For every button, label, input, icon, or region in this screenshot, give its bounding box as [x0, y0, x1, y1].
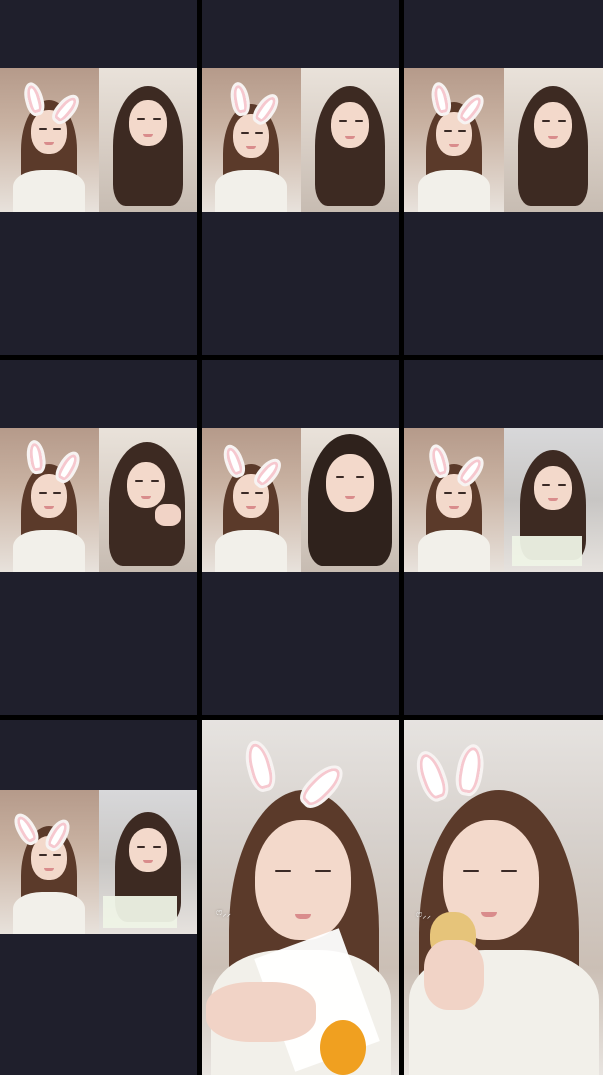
bunny-ear-icon: [240, 737, 279, 795]
person: [508, 82, 598, 212]
fullscreen-camera: ෆ̈⸝⸝: [404, 720, 603, 1075]
person-with-bunny-ears: [408, 742, 599, 1075]
cat-sticker: ෆ̈⸝⸝: [416, 910, 432, 920]
hand: [424, 940, 484, 1010]
right-camera-pane: [300, 428, 399, 572]
bunny-ear-icon: [410, 747, 453, 805]
left-camera-pane: [0, 428, 99, 572]
bunny-ear-icon: [21, 80, 48, 118]
person-with-bunny-ears: [414, 80, 494, 212]
right-camera-pane: [503, 68, 603, 212]
video-grid: ෆ̈⸝⸝ ෆ̈⸝⸝: [0, 0, 603, 1075]
bunny-ear-icon: [452, 742, 487, 798]
video-tile-2[interactable]: [202, 0, 399, 355]
left-camera-pane: [404, 68, 504, 212]
bunny-ear-icon: [425, 442, 452, 480]
right-camera-pane: [98, 428, 197, 572]
video-tile-9[interactable]: ෆ̈⸝⸝: [404, 720, 603, 1075]
person: [302, 432, 398, 572]
video-tile-6[interactable]: [404, 360, 603, 715]
hand: [206, 982, 316, 1042]
left-camera-pane: [404, 428, 504, 572]
video-tile-7[interactable]: [0, 720, 197, 1075]
left-camera-pane: [202, 428, 301, 572]
person-with-bunny-ears: [9, 438, 89, 572]
left-camera-pane: [0, 68, 99, 212]
right-camera-pane: [98, 68, 197, 212]
split-view: [0, 68, 197, 212]
person-with-bunny-ears: [9, 80, 89, 212]
bunny-ear-icon: [24, 438, 48, 476]
bunny-ear-icon: [228, 80, 253, 118]
right-camera-pane: [98, 790, 197, 934]
person: [305, 82, 395, 212]
bunny-ear-icon: [428, 80, 454, 118]
cat-sticker: ෆ̈⸝⸝: [216, 908, 232, 918]
split-view: [202, 68, 399, 212]
video-tile-8[interactable]: ෆ̈⸝⸝: [202, 720, 399, 1075]
bunny-ear-icon: [51, 447, 85, 487]
video-tile-5[interactable]: [202, 360, 399, 715]
video-tile-1[interactable]: [0, 0, 197, 355]
left-camera-pane: [0, 790, 99, 934]
split-view: [404, 68, 603, 212]
right-camera-pane: [503, 428, 603, 572]
split-view: [202, 428, 399, 572]
split-view: [0, 790, 197, 934]
person-with-bunny-ears: [414, 442, 494, 572]
video-tile-3[interactable]: [404, 0, 603, 355]
person-with-bunny-ears: [211, 441, 291, 572]
person-with-bunny-ears: [211, 80, 291, 212]
person: [103, 82, 193, 212]
left-camera-pane: [202, 68, 301, 212]
person-with-bunny-ears: [9, 809, 89, 934]
person: [103, 438, 193, 572]
person: [102, 806, 193, 934]
person: [508, 444, 598, 572]
split-view: [0, 428, 197, 572]
split-view: [404, 428, 603, 572]
video-tile-4[interactable]: [0, 360, 197, 715]
fullscreen-camera: ෆ̈⸝⸝: [202, 720, 399, 1075]
right-camera-pane: [300, 68, 399, 212]
orange: [320, 1020, 366, 1075]
